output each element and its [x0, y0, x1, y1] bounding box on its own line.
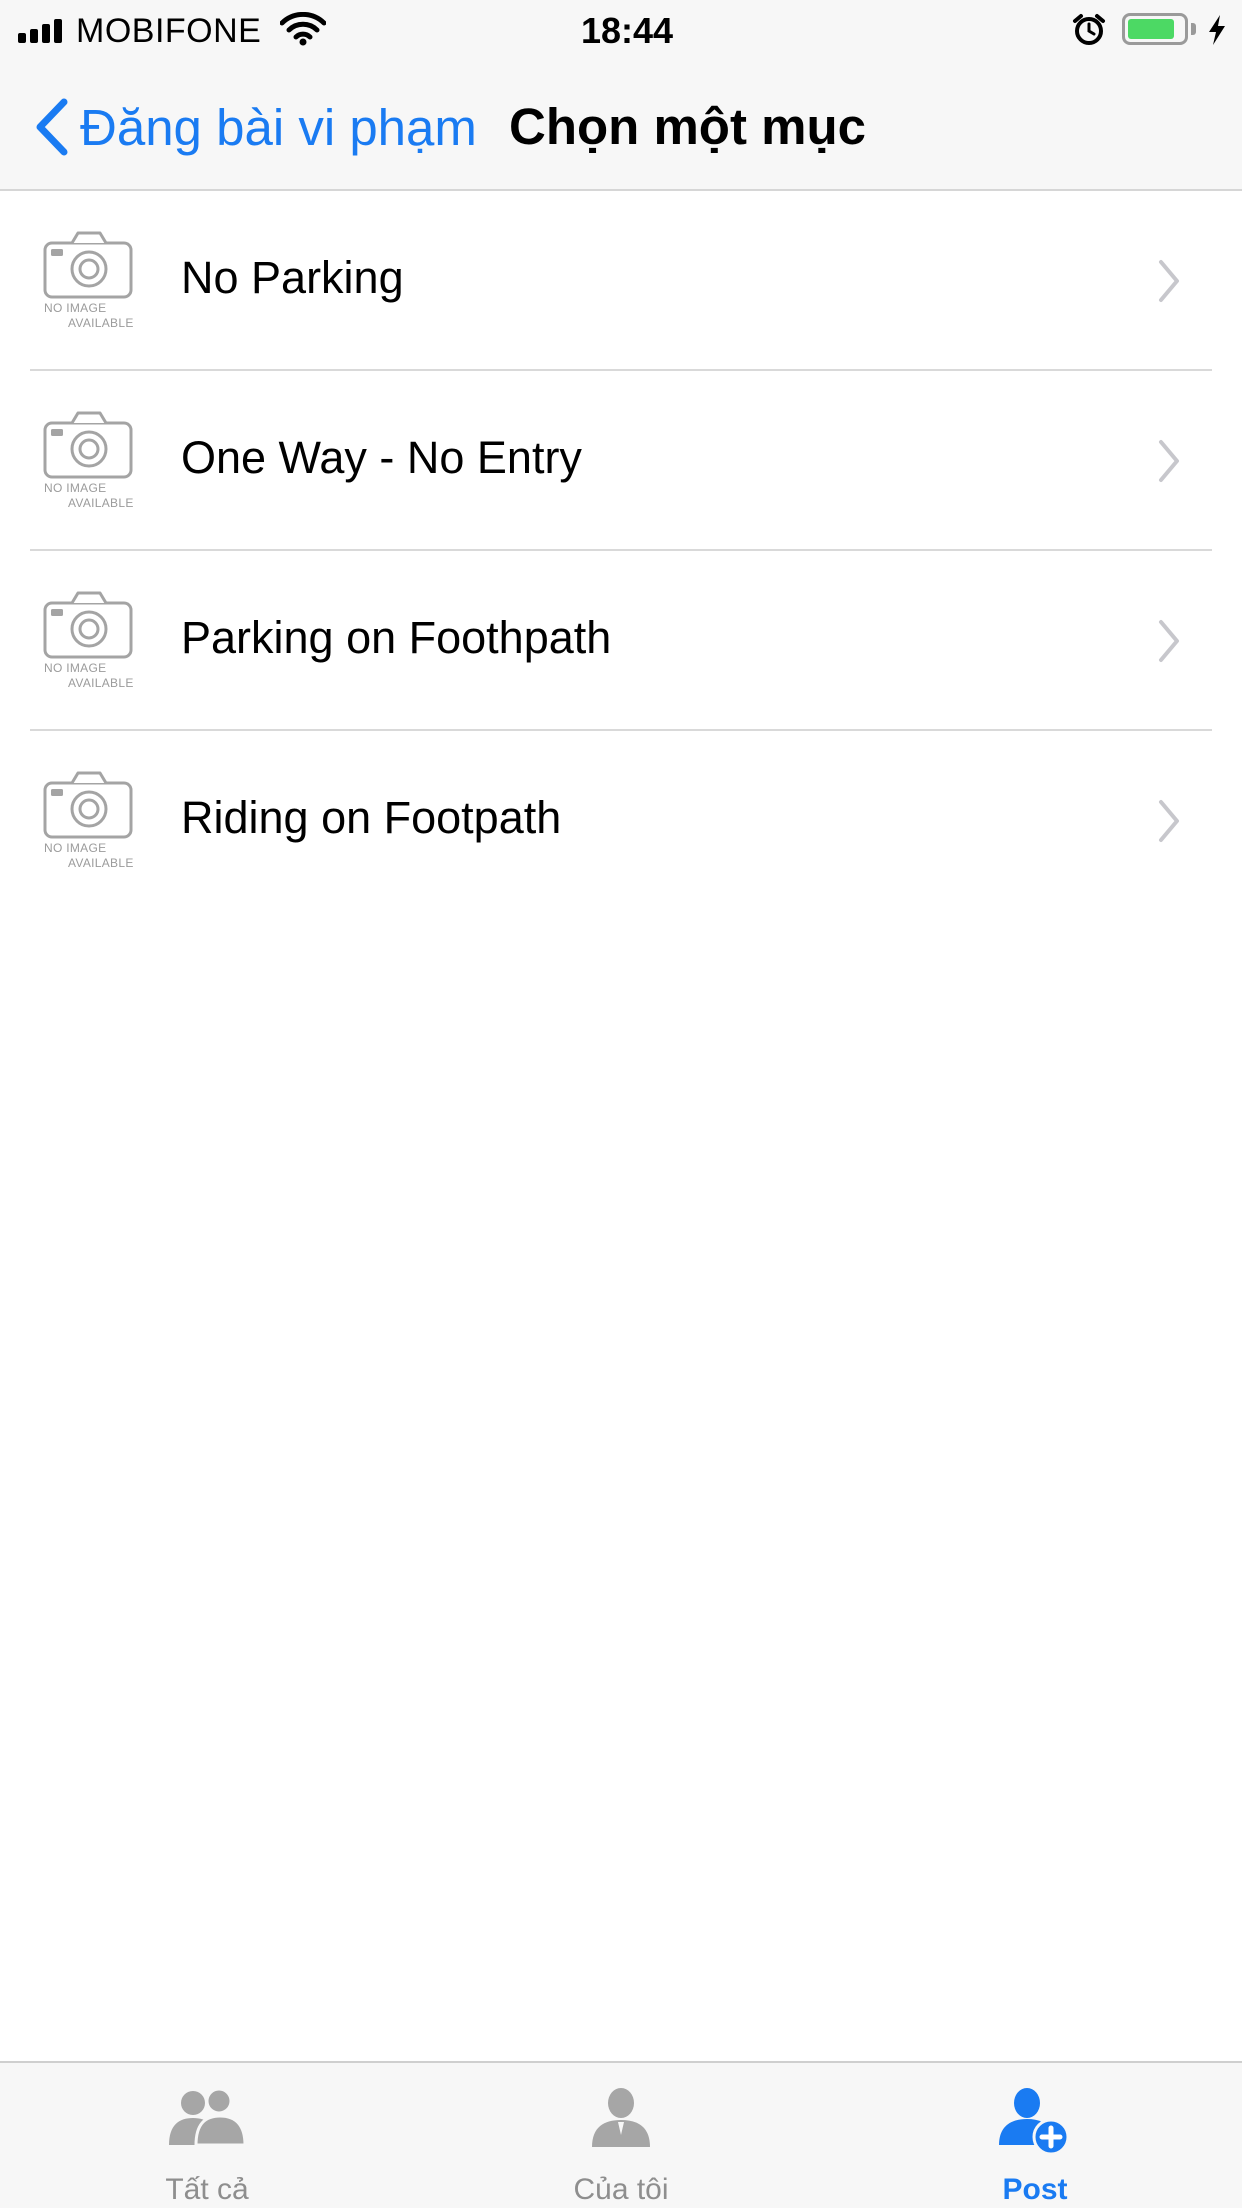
tab-label: Post [1002, 2173, 1068, 2206]
camera-icon [43, 771, 133, 839]
charging-bolt-icon [1206, 14, 1228, 51]
thumbnail-caption-line1: NO IMAGE [44, 841, 107, 855]
screen: MOBIFONE 18:44 Đăng bài vi phạm Chọn một… [0, 0, 1242, 2208]
no-image-thumbnail: NO IMAGE AVAILABLE [42, 589, 140, 695]
back-label: Đăng bài vi phạm [80, 98, 477, 156]
list-item-2[interactable]: NO IMAGE AVAILABLE One Way - No Entry [0, 371, 1242, 551]
page-title: Chọn một mục [509, 98, 866, 155]
chevron-right-icon [1159, 440, 1179, 482]
thumbnail-caption-line2: AVAILABLE [68, 856, 134, 870]
thumbnail-caption-line2: AVAILABLE [68, 676, 134, 690]
thumbnail-caption-line2: AVAILABLE [68, 316, 134, 330]
list-item-1[interactable]: NO IMAGE AVAILABLE No Parking [0, 191, 1242, 371]
thumbnail-caption-line2: AVAILABLE [68, 496, 134, 510]
chevron-right-icon [1159, 800, 1179, 842]
list-item-label: Parking on Foothpath [181, 612, 612, 663]
battery-icon [1122, 13, 1188, 45]
back-button[interactable]: Đăng bài vi phạm [30, 94, 477, 160]
no-image-thumbnail: NO IMAGE AVAILABLE [42, 769, 140, 875]
status-bar: MOBIFONE 18:44 [0, 0, 1242, 60]
camera-icon [43, 591, 133, 659]
camera-icon [43, 411, 133, 479]
list-item-label: No Parking [181, 252, 404, 303]
navigation-bar: Đăng bài vi phạm Chọn một mục [0, 60, 1242, 191]
status-time: 18:44 [580, 10, 674, 51]
list-item-3[interactable]: NO IMAGE AVAILABLE Parking on Foothpath [0, 551, 1242, 731]
list-item-label: Riding on Footpath [181, 792, 562, 843]
camera-icon [43, 231, 133, 299]
chevron-right-icon [1159, 620, 1179, 662]
tab-label: Của tôi [573, 2173, 669, 2206]
add-user-icon [997, 2085, 1073, 2162]
no-image-thumbnail: NO IMAGE AVAILABLE [42, 409, 140, 515]
thumbnail-caption-line1: NO IMAGE [44, 661, 107, 675]
thumbnail-caption-line1: NO IMAGE [44, 301, 107, 315]
battery-cap [1191, 23, 1196, 35]
chevron-left-icon [36, 98, 68, 156]
list-item-label: One Way - No Entry [181, 432, 582, 483]
tab-label: Tất cả [165, 2173, 249, 2206]
battery-level [1128, 19, 1174, 39]
no-image-thumbnail: NO IMAGE AVAILABLE [42, 229, 140, 335]
chevron-right-icon [1159, 260, 1179, 302]
thumbnail-caption-line1: NO IMAGE [44, 481, 107, 495]
tab-bar: Tất cả Của tôi Post [0, 2061, 1242, 2208]
group-icon [166, 2085, 248, 2156]
category-list: NO IMAGE AVAILABLE No Parking NO IMAGE A… [0, 191, 1242, 911]
user-icon [588, 2085, 654, 2156]
list-item-4[interactable]: NO IMAGE AVAILABLE Riding on Footpath [0, 731, 1242, 911]
tab-2[interactable]: Của tôi [414, 2063, 828, 2208]
tab-3[interactable]: Post [828, 2063, 1242, 2208]
tab-1[interactable]: Tất cả [0, 2063, 414, 2208]
alarm-icon [1072, 13, 1106, 52]
